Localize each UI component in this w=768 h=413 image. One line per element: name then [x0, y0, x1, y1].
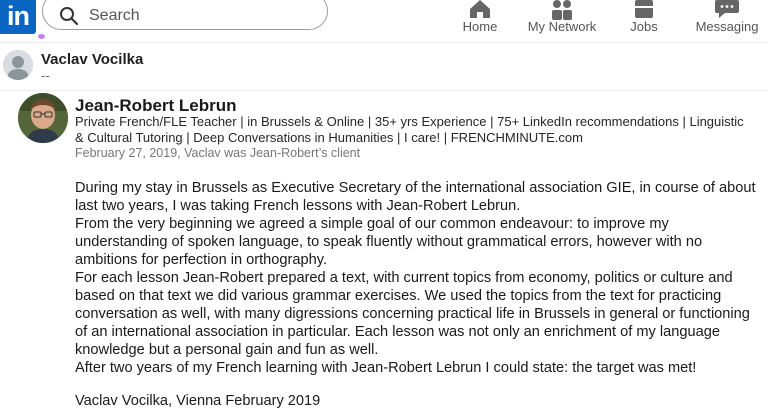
search-icon [60, 7, 79, 26]
chat-icon [715, 0, 739, 18]
recommendation-paragraph: After two years of my French learning wi… [75, 360, 697, 376]
search-box[interactable] [42, 0, 328, 30]
nav-my-network-label: My Network [527, 19, 597, 34]
nav-jobs[interactable]: Jobs [624, 0, 664, 42]
search-input[interactable] [87, 3, 311, 29]
nav-home-label: Home [462, 19, 498, 34]
author-avatar[interactable] [3, 50, 33, 80]
top-nav-bar: in Home My Network Jobs [0, 0, 768, 43]
author-headline: -- [41, 68, 50, 83]
recommendee-name[interactable]: Jean-Robert Lebrun [75, 96, 237, 116]
recommendation-date: February 27, 2019, Vaclav was Jean-Rober… [75, 146, 361, 160]
nav-home[interactable]: Home [458, 0, 502, 42]
recommendation-paragraph: For each lesson Jean-Robert prepared a t… [75, 270, 750, 358]
people-icon [552, 0, 572, 20]
profile-photo [18, 93, 68, 143]
home-icon [470, 0, 490, 18]
nav-messaging[interactable]: Messaging [692, 0, 762, 42]
recommendee-headline: Private French/FLE Teacher | in Brussels… [75, 114, 744, 145]
recommendation-paragraph: During my stay in Brussels as Executive … [75, 180, 756, 214]
notification-dot [38, 34, 45, 39]
nav-my-network[interactable]: My Network [522, 0, 602, 42]
linkedin-logo[interactable]: in [0, 0, 36, 34]
briefcase-icon [635, 0, 653, 18]
recommendation-paragraph: From the very beginning we agreed a simp… [75, 216, 703, 268]
recommendation-author: Vaclav Vocilka -- [0, 47, 768, 87]
default-avatar-icon [3, 50, 33, 80]
recommendation-text: During my stay in Brussels as Executive … [75, 179, 763, 377]
author-name[interactable]: Vaclav Vocilka [41, 51, 143, 68]
divider [0, 90, 768, 91]
nav-messaging-label: Messaging [695, 19, 759, 34]
recommendation-signature: Vaclav Vocilka, Vienna February 2019 [75, 393, 321, 409]
recommendee-avatar[interactable] [18, 93, 68, 143]
nav-jobs-label: Jobs [630, 19, 658, 34]
